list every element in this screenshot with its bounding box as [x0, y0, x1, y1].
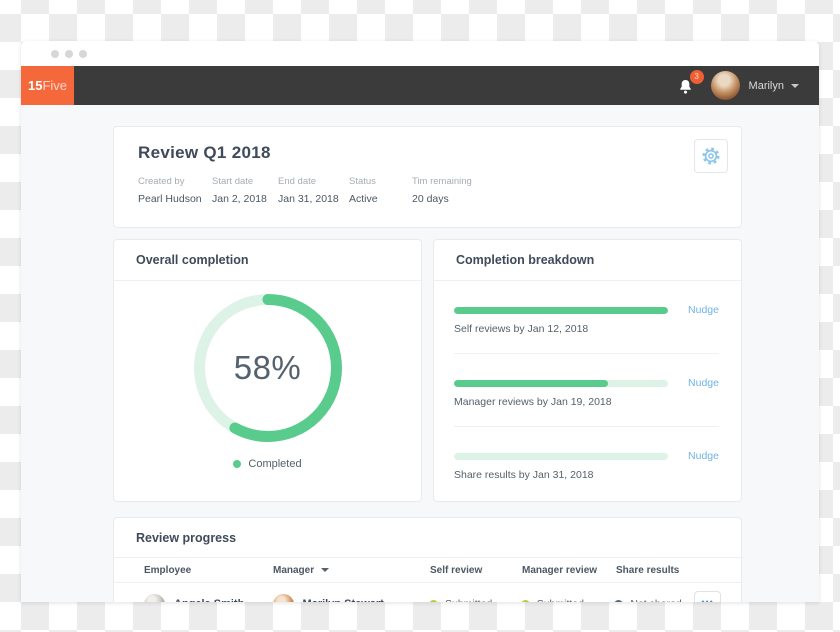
status-dot-not-shared-icon [614, 600, 623, 603]
card-title: Review progress [114, 518, 741, 558]
settings-button[interactable] [694, 139, 728, 173]
chevron-down-icon[interactable] [791, 84, 799, 88]
logo-text-light: Five [42, 78, 67, 93]
meta-end-date: End date Jan 31, 2018 [278, 176, 349, 205]
status-label: Submitted [537, 598, 584, 602]
15five-logo[interactable]: 15Five [21, 66, 74, 105]
progress-bar-label: Self reviews by Jan 12, 2018 [454, 323, 719, 335]
page-background: { "window": { "logo_part1": "15", "logo_… [0, 0, 840, 632]
review-progress-card: Review progress Employee Manager Self re… [113, 517, 742, 602]
meta-value: Jan 2, 2018 [212, 193, 278, 205]
progress-bar-track [454, 453, 668, 460]
donut-chart-area: 58% Completed [114, 281, 421, 470]
meta-value: Pearl Hudson [138, 193, 212, 205]
status-dot-submitted-icon [429, 600, 438, 603]
breakdown-row-manager-reviews: Nudge Manager reviews by Jan 19, 2018 [454, 354, 719, 427]
share-results-status: Not shared [614, 598, 694, 602]
manager-avatar[interactable] [273, 594, 294, 603]
overall-completion-card: Overall completion 58% Completed [113, 239, 422, 502]
meta-label: Status [349, 176, 412, 187]
table-header-row: Employee Manager Self review Manager rev… [114, 562, 741, 578]
breakdown-row-share-results: Nudge Share results by Jan 31, 2018 [454, 427, 719, 499]
nudge-link[interactable]: Nudge [681, 304, 719, 316]
user-name: Marilyn [749, 80, 784, 92]
cards-row: Overall completion 58% Completed [113, 239, 742, 502]
meta-status: Status Active [349, 176, 412, 205]
column-header-share-results[interactable]: Share results [616, 565, 696, 576]
manager-cell: Marilyn Stewart [273, 594, 429, 603]
meta-time-remaining: Tim remaining 20 days [412, 176, 472, 205]
meta-label: End date [278, 176, 349, 187]
card-title: Overall completion [114, 240, 421, 281]
window-control-icon[interactable] [51, 50, 59, 58]
meta-value: Active [349, 193, 412, 205]
self-review-status: Submitted [429, 598, 521, 602]
meta-created-by: Created by Pearl Hudson [138, 176, 212, 205]
notification-count-badge: 3 [690, 70, 704, 84]
progress-bar-fill [454, 380, 608, 387]
gear-icon [701, 146, 721, 166]
progress-bar-fill [454, 307, 668, 314]
progress-bar-track [454, 380, 668, 387]
completion-donut-chart: 58% [193, 293, 343, 443]
completion-breakdown-card: Completion breakdown Nudge Self reviews … [433, 239, 742, 502]
breakdown-rows: Nudge Self reviews by Jan 12, 2018 Nudge… [434, 281, 741, 499]
window-control-icon[interactable] [79, 50, 87, 58]
meta-label: Tim remaining [412, 176, 472, 187]
meta-label: Created by [138, 176, 212, 187]
chart-legend: Completed [233, 458, 301, 470]
employee-cell: Angela Smith [144, 594, 273, 603]
meta-value: 20 days [412, 193, 472, 205]
page-content: Review Q1 2018 Created by Pearl Hudson S… [21, 105, 819, 602]
nudge-link[interactable]: Nudge [681, 377, 719, 389]
progress-bar-track [454, 307, 668, 314]
table-row: Angela Smith Marilyn Stewart Submitted S… [114, 583, 741, 602]
employee-name: Angela Smith [174, 598, 244, 602]
legend-label: Completed [248, 458, 301, 470]
row-more-actions-button[interactable]: ••• [694, 591, 721, 602]
column-header-manager-review[interactable]: Manager review [522, 565, 616, 576]
employee-avatar[interactable] [144, 594, 165, 603]
breakdown-row-self-reviews: Nudge Self reviews by Jan 12, 2018 [454, 281, 719, 354]
manager-name: Marilyn Stewart [303, 598, 384, 602]
column-header-label: Manager [273, 565, 314, 576]
column-header-self-review[interactable]: Self review [430, 565, 522, 576]
status-dot-submitted-icon [521, 600, 530, 603]
app-window: 15Five 3 Marilyn Review Q1 2018 Created … [21, 41, 819, 602]
manager-review-status: Submitted [521, 598, 615, 602]
user-avatar[interactable] [711, 71, 740, 100]
window-control-icon[interactable] [65, 50, 73, 58]
notifications-button[interactable]: 3 [677, 76, 697, 96]
logo-text-bold: 15 [28, 78, 42, 93]
meta-start-date: Start date Jan 2, 2018 [212, 176, 278, 205]
column-header-employee[interactable]: Employee [144, 565, 273, 576]
card-title: Completion breakdown [434, 240, 741, 281]
meta-value: Jan 31, 2018 [278, 193, 349, 205]
progress-bar-label: Share results by Jan 31, 2018 [454, 469, 719, 481]
nudge-link[interactable]: Nudge [681, 450, 719, 462]
status-label: Submitted [445, 598, 492, 602]
review-meta-row: Created by Pearl Hudson Start date Jan 2… [138, 176, 717, 205]
browser-titlebar [21, 41, 819, 66]
app-header: 15Five 3 Marilyn [21, 66, 819, 105]
column-header-manager[interactable]: Manager [273, 565, 430, 576]
meta-label: Start date [212, 176, 278, 187]
sort-caret-icon [321, 568, 329, 572]
page-title: Review Q1 2018 [138, 143, 717, 163]
progress-bar-label: Manager reviews by Jan 19, 2018 [454, 396, 719, 408]
donut-percent-label: 58% [193, 293, 343, 443]
status-label: Not shared [630, 598, 681, 602]
header-right-group: 3 Marilyn [677, 71, 819, 100]
legend-dot-icon [233, 460, 241, 468]
review-summary-card: Review Q1 2018 Created by Pearl Hudson S… [113, 126, 742, 228]
